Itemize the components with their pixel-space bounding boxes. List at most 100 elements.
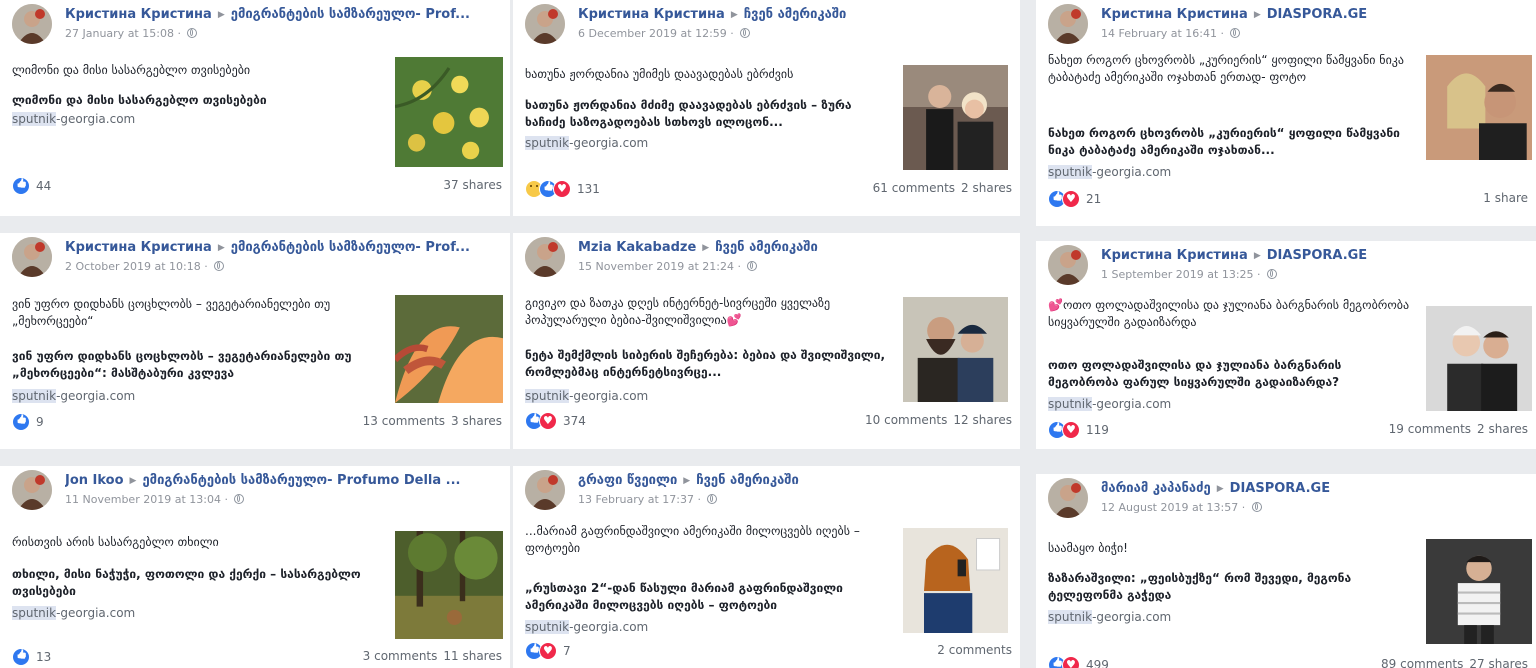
timestamp[interactable]: 14 February at 16:41 · xyxy=(1101,27,1224,40)
timestamp[interactable]: 2 October 2019 at 10:18 · xyxy=(65,260,208,273)
timestamp[interactable]: 1 September 2019 at 13:25 · xyxy=(1101,268,1261,281)
link-title[interactable]: ნეტა შემქმლის სიბერის შეჩერება: ბებია და… xyxy=(525,347,889,381)
arrow-right-icon: ▶ xyxy=(702,243,710,253)
comments-count[interactable]: 19 comments xyxy=(1389,422,1471,436)
link-title[interactable]: ლიმონი და მისი სასარგებლო თვისებები xyxy=(12,92,381,109)
group-name[interactable]: ჩვენ ამერიკაში xyxy=(696,473,799,488)
shares-count[interactable]: 11 shares xyxy=(443,649,502,663)
link-title[interactable]: ოთო ფოლადაშვილისა და ჯულიანა ბარგნარის მ… xyxy=(1048,357,1412,391)
link-thumbnail[interactable] xyxy=(395,295,503,403)
avatar[interactable] xyxy=(12,4,52,44)
group-name[interactable]: ჩვენ ამერიკაში xyxy=(744,7,847,22)
group-name[interactable]: DIASPORA.GE xyxy=(1267,248,1367,263)
link-title[interactable]: ვინ უფრო დიდხანს ცოცხლობს – ვეგეტარიანელ… xyxy=(12,348,381,382)
avatar[interactable] xyxy=(12,470,52,510)
timestamp[interactable]: 6 December 2019 at 12:59 · xyxy=(578,27,734,40)
avatar[interactable] xyxy=(525,4,565,44)
reaction-count: 7 xyxy=(563,644,571,658)
shares-count[interactable]: 12 shares xyxy=(953,413,1012,427)
link-thumbnail[interactable] xyxy=(1426,306,1532,411)
comments-count[interactable]: 2 comments xyxy=(937,643,1012,657)
comments-count[interactable]: 89 comments xyxy=(1381,657,1463,668)
link-title[interactable]: თხილი, მისი ნაჭუჭი, ფოთოლი და ქერქი – სა… xyxy=(12,566,381,600)
link-thumbnail[interactable] xyxy=(903,65,1008,170)
comments-count[interactable]: 3 comments xyxy=(363,649,438,663)
reaction-count: 499 xyxy=(1086,658,1109,668)
link-thumbnail[interactable] xyxy=(1426,539,1532,644)
group-name[interactable]: ემიგრანტების სამზარეულო- Prof... xyxy=(231,240,470,255)
post-card: გრაფი წვეილი ▶ ჩვენ ამერიკაში 13 February a… xyxy=(513,466,1020,668)
reactions[interactable]: 119 xyxy=(1048,421,1109,439)
avatar[interactable] xyxy=(12,237,52,277)
author-name[interactable]: Кристина Кристина xyxy=(578,7,725,22)
post-message: გივიკო და ზათკა დღეს ინტერნეტ-სივრცეში ყ… xyxy=(525,296,831,327)
avatar[interactable] xyxy=(525,470,565,510)
link-thumbnail[interactable] xyxy=(395,531,503,639)
link-thumbnail[interactable] xyxy=(903,297,1008,402)
author-name[interactable]: Кристина Кристина xyxy=(1101,7,1248,22)
link-domain: sputnik-georgia.com xyxy=(1048,610,1172,624)
timestamp[interactable]: 27 January at 15:08 · xyxy=(65,27,181,40)
shares-count[interactable]: 37 shares xyxy=(443,178,502,192)
avatar[interactable] xyxy=(525,237,565,277)
reactions[interactable]: 21 xyxy=(1048,190,1101,208)
timestamp[interactable]: 12 August 2019 at 13:57 · xyxy=(1101,501,1245,514)
comments-count[interactable]: 61 comments xyxy=(873,181,955,195)
reactions[interactable]: 13 xyxy=(12,648,51,666)
post-stats: 13 comments 3 shares xyxy=(363,414,502,428)
link-title[interactable]: ნახეთ როგორ ცხოვრობს „კურიერის“ ყოფილი წ… xyxy=(1048,125,1412,159)
group-name[interactable]: ემიგრანტების სამზარეულო- Profumo Della .… xyxy=(142,473,460,488)
like-reaction-icon xyxy=(12,413,30,431)
timestamp[interactable]: 11 November 2019 at 13:04 · xyxy=(65,493,228,506)
shares-count[interactable]: 2 shares xyxy=(1477,422,1528,436)
timestamp[interactable]: 15 November 2019 at 21:24 · xyxy=(578,260,741,273)
shares-count[interactable]: 27 shares xyxy=(1469,657,1528,668)
group-name[interactable]: ჩვენ ამერიკაში xyxy=(715,240,818,255)
post-header: Mzia Kakabadze ▶ ჩვენ ამერიკაში xyxy=(578,240,1008,255)
link-thumbnail[interactable] xyxy=(1426,55,1532,160)
group-name[interactable]: ემიგრანტების სამზარეულო- Prof... xyxy=(231,7,470,22)
love-reaction-icon xyxy=(1062,656,1080,668)
author-name[interactable]: გრაფი წვეილი xyxy=(578,473,677,488)
reactions[interactable]: 7 xyxy=(525,642,571,660)
reactions[interactable]: 131 xyxy=(525,180,600,198)
author-name[interactable]: Mzia Kakabadze xyxy=(578,240,696,255)
link-domain: sputnik-georgia.com xyxy=(1048,397,1172,411)
author-name[interactable]: Кристина Кристина xyxy=(1101,248,1248,263)
avatar[interactable] xyxy=(1048,4,1088,44)
avatar[interactable] xyxy=(1048,478,1088,518)
author-name[interactable]: Кристина Кристина xyxy=(65,240,212,255)
link-thumbnail[interactable] xyxy=(903,528,1008,633)
shares-count[interactable]: 3 shares xyxy=(451,414,502,428)
post-stats: 19 comments 2 shares xyxy=(1389,422,1528,436)
reactions[interactable]: 374 xyxy=(525,412,586,430)
author-name[interactable]: Jon Ikoo xyxy=(65,473,124,488)
globe-icon xyxy=(740,28,751,38)
shares-count[interactable]: 1 share xyxy=(1483,191,1528,205)
love-reaction-icon xyxy=(1062,190,1080,208)
reaction-count: 13 xyxy=(36,650,52,664)
post-message: ვინ უფრო დიდხანს ცოცხლობს – ვეგეტარიანელ… xyxy=(12,297,331,328)
comments-count[interactable]: 13 comments xyxy=(363,414,445,428)
post-stats: 3 comments 11 shares xyxy=(363,649,502,663)
post-time: 1 September 2019 at 13:25 · xyxy=(1101,268,1278,281)
author-name[interactable]: Кристина Кристина xyxy=(65,7,212,22)
group-name[interactable]: DIASPORA.GE xyxy=(1230,481,1330,496)
reactions[interactable]: 9 xyxy=(12,413,44,431)
link-title[interactable]: ზაზარაშვილი: „ფეისბუქზე“ რომ შევედი, მეგ… xyxy=(1048,570,1412,604)
link-domain: sputnik-georgia.com xyxy=(1048,165,1172,179)
shares-count[interactable]: 2 shares xyxy=(961,181,1012,195)
timestamp[interactable]: 13 February at 17:37 · xyxy=(578,493,701,506)
author-name[interactable]: მარიამ კაპანაძე xyxy=(1101,481,1211,496)
post-stats: 2 comments xyxy=(937,643,1012,657)
post-time: 2 October 2019 at 10:18 · xyxy=(65,260,225,273)
comments-count[interactable]: 10 comments xyxy=(865,413,947,427)
group-name[interactable]: DIASPORA.GE xyxy=(1267,7,1367,22)
reactions[interactable]: 499 xyxy=(1048,656,1109,668)
globe-icon xyxy=(1251,502,1262,512)
link-thumbnail[interactable] xyxy=(395,57,503,167)
link-title[interactable]: ხათუნა ჟორდანია მძიმე დაავადებას ებრძვის… xyxy=(525,97,889,131)
link-title[interactable]: „რუსთავი 2“-დან წასული მარიამ გაფრინდაშვ… xyxy=(525,580,889,614)
reactions[interactable]: 44 xyxy=(12,177,51,195)
avatar[interactable] xyxy=(1048,245,1088,285)
